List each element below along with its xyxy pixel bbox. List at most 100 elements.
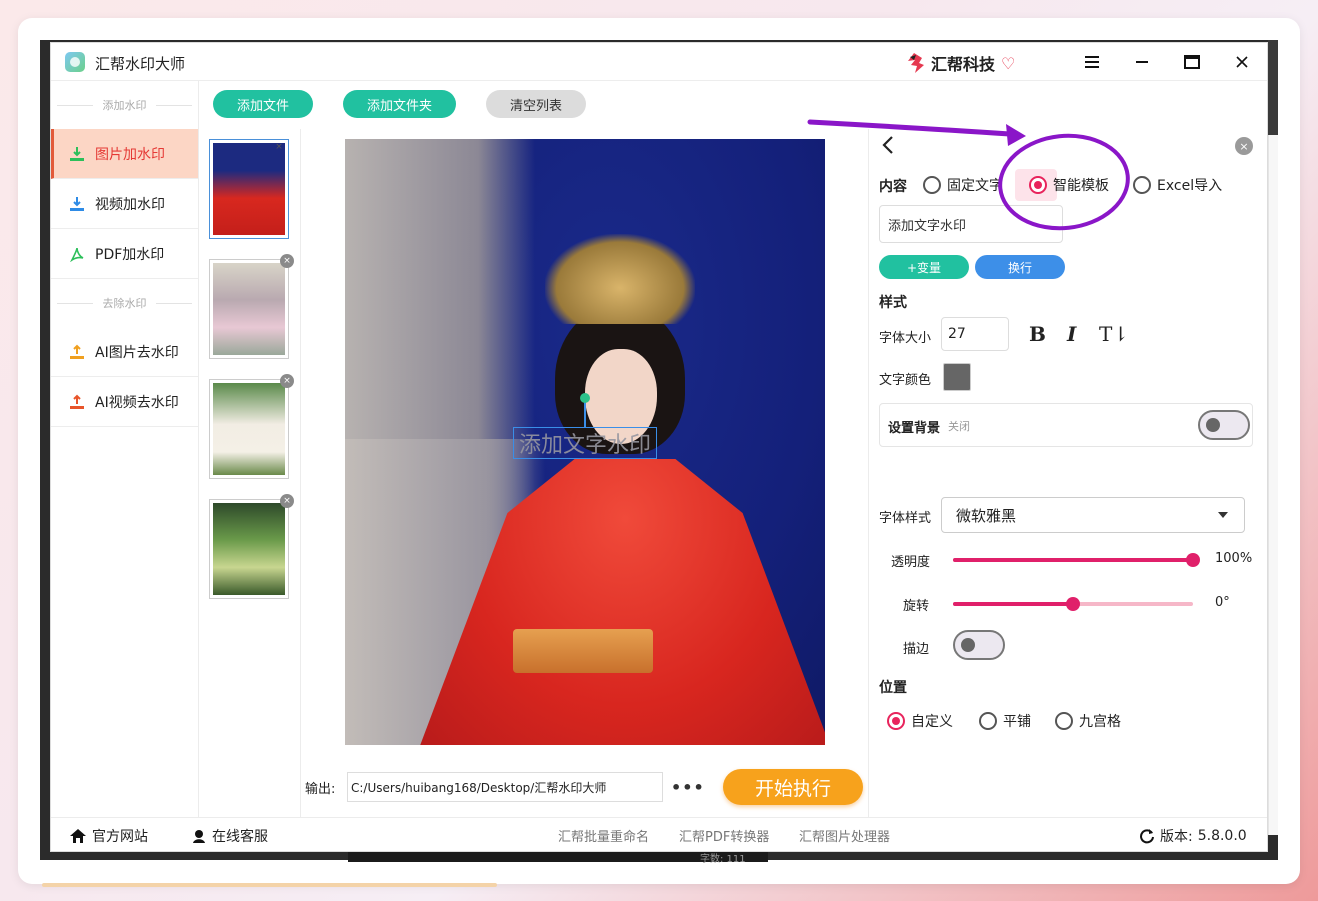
radio-position-grid[interactable]: 九宫格 <box>1055 711 1121 731</box>
rotation-slider-fill <box>953 602 1073 606</box>
opacity-slider[interactable] <box>953 553 1200 567</box>
preview-area: 添加文字水印 输出: C:/Users/huibang168/Desktop/汇… <box>301 129 869 817</box>
batch-rename-link[interactable]: 汇帮批量重命名 <box>558 826 649 845</box>
watermark-rotate-handle[interactable] <box>580 393 590 403</box>
brand-name: 汇帮科技 <box>931 55 996 74</box>
output-row: 输出: C:/Users/huibang168/Desktop/汇帮水印大师 •… <box>305 769 865 805</box>
output-path-input[interactable]: C:/Users/huibang168/Desktop/汇帮水印大师 <box>347 772 663 802</box>
thumbnail-list: × × × × <box>199 129 301 817</box>
online-support-link[interactable]: 在线客服 <box>191 826 268 846</box>
heart-icon[interactable]: ♡ <box>1001 54 1015 73</box>
watermark-text-input[interactable]: 添加文字水印 <box>879 205 1063 243</box>
radio-label: 平铺 <box>1003 714 1031 730</box>
opacity-slider-thumb[interactable] <box>1186 553 1200 567</box>
font-style-label: 字体样式 <box>879 511 932 526</box>
sidebar-item-label: AI视频去水印 <box>95 394 179 411</box>
thumbnail-item[interactable]: × <box>209 139 289 239</box>
version-label: 版本: <box>1160 828 1193 845</box>
radio-circle <box>923 176 941 194</box>
background-toggle[interactable] <box>1198 410 1250 440</box>
radio-label: Excel导入 <box>1157 178 1223 194</box>
radio-position-custom[interactable]: 自定义 <box>887 711 953 731</box>
rotation-slider[interactable] <box>953 597 1193 611</box>
stroke-toggle[interactable] <box>953 630 1005 660</box>
newline-button[interactable]: 换行 <box>975 255 1065 279</box>
sidebar: 添加水印 图片加水印 视频加水印 PDF加水印 去除水印 AI图片去水印 AI视… <box>51 81 199 817</box>
sidebar-item-ai-image-remove[interactable]: AI图片去水印 <box>51 327 198 377</box>
thumbnail-item[interactable]: × <box>209 374 294 479</box>
remove-thumbnail-icon[interactable]: × <box>280 374 294 388</box>
image-processor-link[interactable]: 汇帮图片处理器 <box>799 826 890 845</box>
thumbnail-item[interactable]: × <box>209 494 294 599</box>
minimize-icon <box>1136 61 1148 63</box>
browse-more-button[interactable]: ••• <box>671 778 711 797</box>
add-file-button[interactable]: 添加文件 <box>213 90 314 118</box>
text-color-swatch[interactable] <box>943 363 971 391</box>
close-panel-icon[interactable]: × <box>1235 137 1253 155</box>
headset-icon <box>193 829 205 843</box>
minimize-button[interactable] <box>1131 51 1153 73</box>
rotation-label: 旋转 <box>903 599 930 614</box>
font-size-input[interactable]: 27 <box>941 317 1009 351</box>
rotation-slider-thumb[interactable] <box>1066 597 1080 611</box>
radio-label: 智能模板 <box>1053 178 1109 194</box>
app-logo-icon <box>65 52 85 72</box>
opacity-label: 透明度 <box>891 555 931 570</box>
pdf-converter-link[interactable]: 汇帮PDF转换器 <box>679 826 769 845</box>
position-label: 位置 <box>879 680 907 696</box>
upload-tray-icon <box>70 394 84 409</box>
online-support-label: 在线客服 <box>212 828 268 845</box>
refresh-icon <box>1140 828 1154 843</box>
pdf-acrobat-icon <box>70 247 84 262</box>
font-family-select[interactable]: 微软雅黑 <box>941 497 1245 533</box>
text-direction-button[interactable]: T⇂ <box>1099 322 1129 346</box>
version-info[interactable]: 版本: 5.8.0.0 <box>1139 826 1247 846</box>
radio-circle <box>1133 176 1151 194</box>
radio-smart-template[interactable]: 智能模板 <box>1029 175 1109 195</box>
radio-position-tile[interactable]: 平铺 <box>979 711 1031 731</box>
style-label: 样式 <box>879 295 907 311</box>
close-button[interactable] <box>1231 51 1253 73</box>
thumbnail-image <box>213 503 285 595</box>
chevron-down-icon <box>1218 512 1228 518</box>
watermark-text-box[interactable]: 添加文字水印 <box>513 427 657 459</box>
clear-list-button[interactable]: 清空列表 <box>486 90 587 118</box>
brand: 汇帮科技 ♡ <box>903 51 1015 75</box>
remove-thumbnail-icon[interactable]: × <box>280 254 294 268</box>
back-chevron-icon[interactable] <box>881 135 895 161</box>
bold-button[interactable]: B <box>1029 322 1046 346</box>
radio-circle <box>1055 712 1073 730</box>
preview-photo: 添加文字水印 <box>345 139 825 745</box>
background-state: 关闭 <box>948 420 970 433</box>
add-variable-button[interactable]: +变量 <box>879 255 969 279</box>
start-button[interactable]: 开始执行 <box>723 769 863 805</box>
text-color-label: 文字颜色 <box>879 373 932 388</box>
hamburger-icon <box>1085 56 1099 68</box>
maximize-button[interactable] <box>1181 51 1203 73</box>
background-window-edge <box>1268 40 1278 135</box>
sidebar-item-label: 视频加水印 <box>95 196 165 213</box>
remove-thumbnail-icon[interactable]: × <box>280 494 294 508</box>
italic-button[interactable]: I <box>1067 322 1076 346</box>
stroke-label: 描边 <box>903 642 930 657</box>
sidebar-item-label: 图片加水印 <box>95 146 165 163</box>
sidebar-item-label: AI图片去水印 <box>95 344 179 361</box>
sidebar-item-pdf-watermark[interactable]: PDF加水印 <box>51 229 198 279</box>
thumbnail-image <box>213 143 285 235</box>
sidebar-item-ai-video-remove[interactable]: AI视频去水印 <box>51 377 198 427</box>
output-label: 输出: <box>305 781 336 797</box>
radio-circle <box>887 712 905 730</box>
thumbnail-item[interactable]: × <box>209 254 294 359</box>
menu-button[interactable] <box>1081 51 1103 73</box>
download-tray-icon <box>70 146 84 161</box>
sidebar-item-image-watermark[interactable]: 图片加水印 <box>51 129 198 179</box>
radio-fixed-text[interactable]: 固定文字 <box>923 175 1003 195</box>
radio-excel-import[interactable]: Excel导入 <box>1133 175 1222 195</box>
remove-thumbnail-icon[interactable]: × <box>272 140 286 154</box>
background-window-panel <box>1268 135 1278 835</box>
radio-label: 九宫格 <box>1079 714 1121 730</box>
status-bar: 官方网站 在线客服 汇帮批量重命名 汇帮PDF转换器 汇帮图片处理器 版本: 5… <box>51 817 1267 853</box>
sidebar-item-video-watermark[interactable]: 视频加水印 <box>51 179 198 229</box>
add-folder-button[interactable]: 添加文件夹 <box>343 90 457 118</box>
official-website-link[interactable]: 官方网站 <box>69 826 148 846</box>
